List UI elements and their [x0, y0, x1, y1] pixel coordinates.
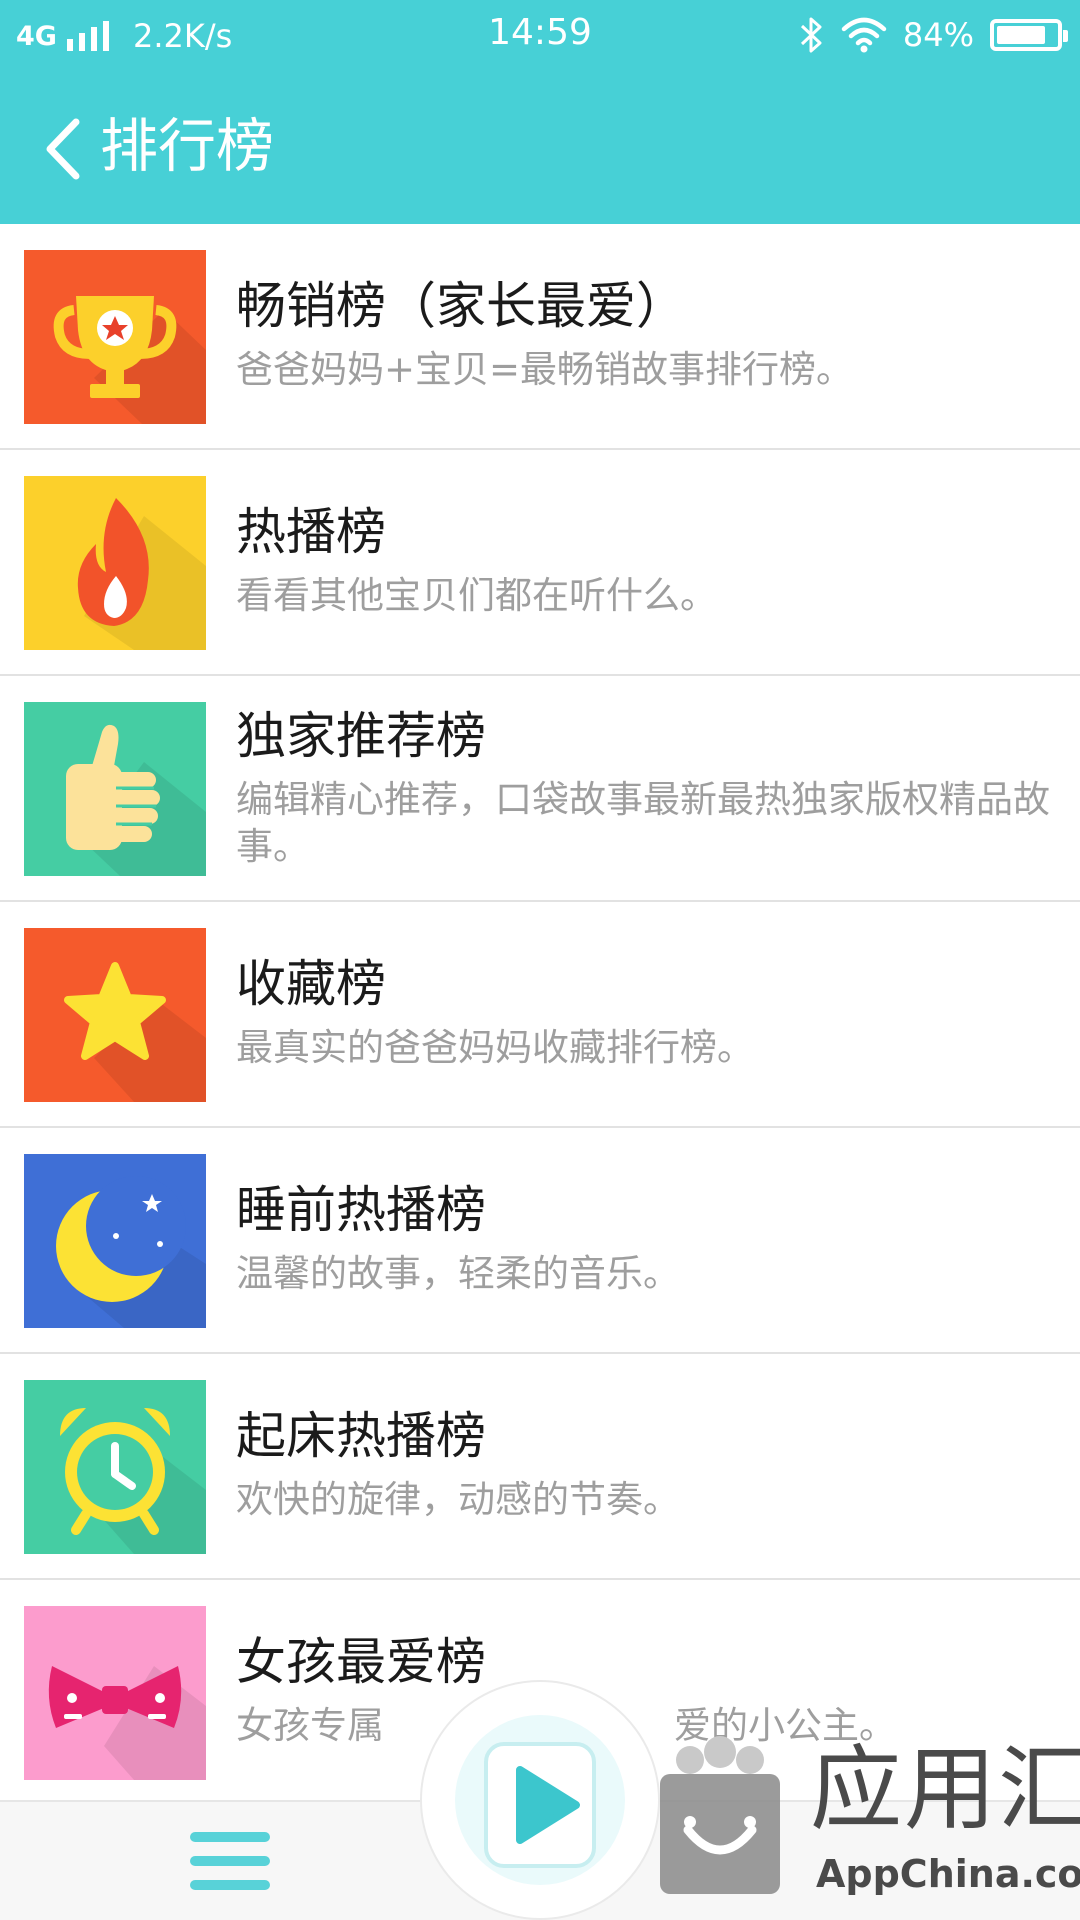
list-item-subtitle: 爸爸妈妈+宝贝=最畅销故事排行榜。	[236, 348, 854, 391]
wifi-icon	[841, 17, 887, 53]
list-item-title: 睡前热播榜	[236, 1181, 486, 1239]
alarm-clock-icon	[24, 1380, 206, 1554]
list-item-subtitle: 编辑精心推荐，口袋故事最新最热独家版权精品故事。	[236, 778, 1050, 868]
shopping-bag-logo-icon	[660, 1736, 780, 1894]
list-item-subtitle: 最真实的爸爸妈妈收藏排行榜。	[236, 1026, 754, 1069]
bow-tie-icon	[24, 1606, 206, 1780]
header: 排行榜	[0, 72, 1080, 224]
list-item-hot[interactable]: 热播榜 看看其他宝贝们都在听什么。	[0, 450, 1080, 676]
thumbs-up-icon	[24, 702, 206, 876]
list-item-subtitle: 温馨的故事，轻柔的音乐。	[236, 1252, 680, 1295]
list-item-subtitle: 看看其他宝贝们都在听什么。	[236, 574, 717, 617]
watermark-cn: 应用汇	[810, 1736, 1080, 1843]
appchina-watermark: 应用汇 AppChina.com	[650, 1680, 1080, 1920]
status-bar: 4G 2.2K/s 14:59 84%	[0, 0, 1080, 72]
ranking-list: 畅销榜（家长最爱） 爸爸妈妈+宝贝=最畅销故事排行榜。 热播榜 看看其他宝贝们都…	[0, 224, 1080, 1806]
status-right: 84%	[799, 12, 1068, 58]
top-bar: 4G 2.2K/s 14:59 84% 排行榜	[0, 0, 1080, 224]
subtitle-head: 女孩专属	[236, 1704, 384, 1747]
play-icon[interactable]	[480, 1740, 600, 1870]
list-item-title: 独家推荐榜	[236, 707, 486, 765]
list-item-title: 收藏榜	[236, 955, 386, 1013]
list-item-title: 热播榜	[236, 503, 386, 561]
moon-icon	[24, 1154, 206, 1328]
flame-icon	[24, 476, 206, 650]
watermark-en: AppChina.com	[816, 1852, 1080, 1896]
list-item-favorites[interactable]: 收藏榜 最真实的爸爸妈妈收藏排行榜。	[0, 902, 1080, 1128]
bluetooth-icon	[800, 17, 822, 53]
list-item-bestseller[interactable]: 畅销榜（家长最爱） 爸爸妈妈+宝贝=最畅销故事排行榜。	[0, 224, 1080, 450]
chevron-left-icon[interactable]	[40, 114, 90, 184]
list-item-bedtime[interactable]: 睡前热播榜 温馨的故事，轻柔的音乐。	[0, 1128, 1080, 1354]
page-title: 排行榜	[100, 112, 275, 180]
list-item-title: 畅销榜（家长最爱）	[236, 277, 686, 335]
battery-percent: 84%	[902, 16, 974, 54]
trophy-icon	[24, 250, 206, 424]
app-root: 4G 2.2K/s 14:59 84% 排行榜 畅销榜（家长最爱） 爸爸妈妈+宝…	[0, 0, 1080, 1920]
list-item-title: 起床热播榜	[236, 1407, 486, 1465]
hamburger-menu-icon[interactable]	[190, 1832, 270, 1892]
list-item-title: 女孩最爱榜	[236, 1633, 486, 1691]
battery-icon	[990, 19, 1068, 51]
list-item-wakeup[interactable]: 起床热播榜 欢快的旋律，动感的节奏。	[0, 1354, 1080, 1580]
list-item-subtitle: 欢快的旋律，动感的节奏。	[236, 1478, 680, 1521]
star-icon	[24, 928, 206, 1102]
list-item-exclusive[interactable]: 独家推荐榜 编辑精心推荐，口袋故事最新最热独家版权精品故事。	[0, 676, 1080, 902]
